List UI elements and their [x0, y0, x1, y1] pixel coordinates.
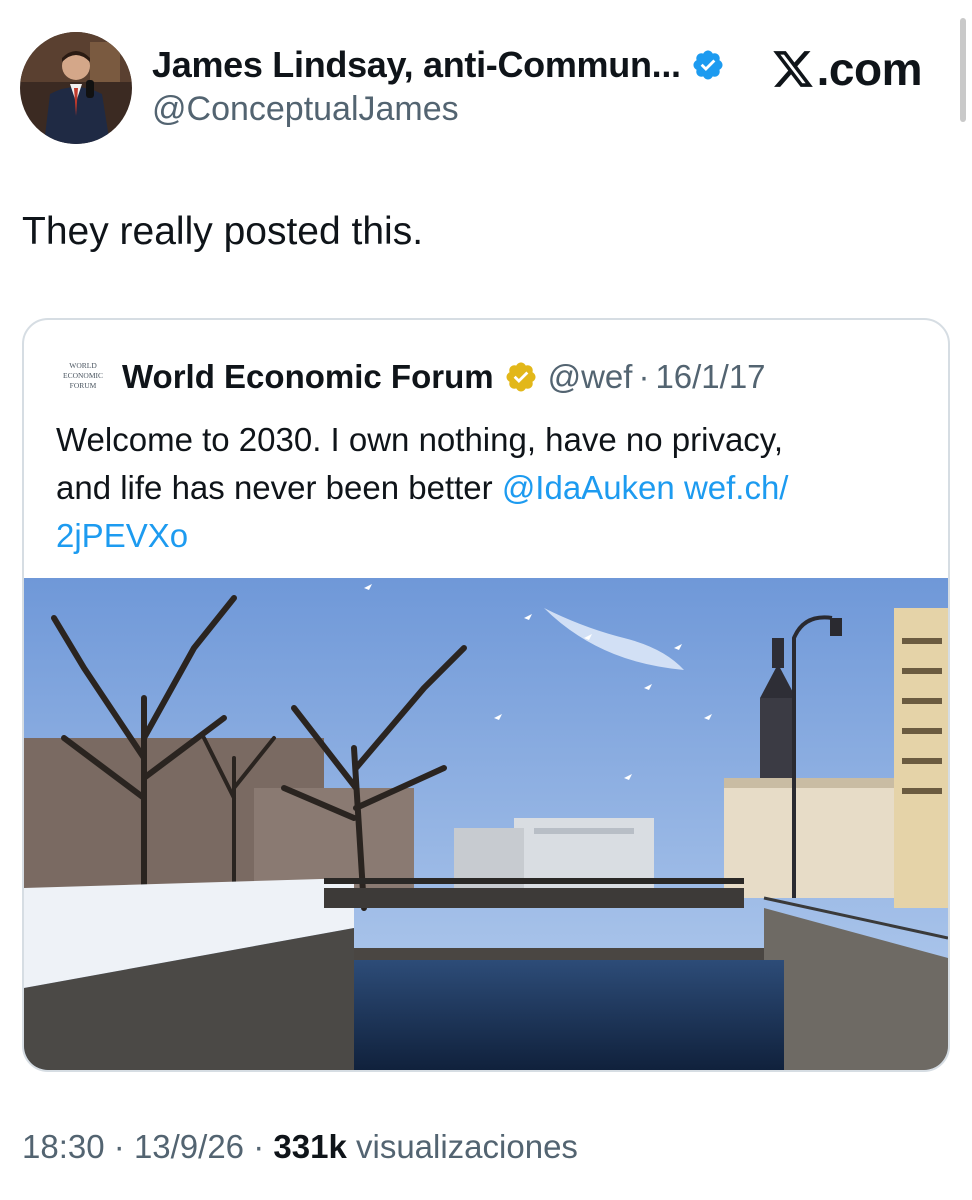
wef-logo-line3: FORUM [70, 381, 97, 390]
meta-separator-1: · [113, 1128, 125, 1165]
quoted-author-name[interactable]: World Economic Forum [122, 358, 494, 396]
scrollbar[interactable] [960, 18, 966, 122]
quoted-text-line1: Welcome to 2030. I own nothing, have no … [56, 421, 784, 458]
quoted-tweet-header: WORLD ECONOMIC FORUM World Economic Foru… [58, 358, 766, 396]
author-handle[interactable]: @ConceptualJames [152, 90, 459, 129]
author-avatar[interactable] [20, 32, 132, 144]
tweet-text: They really posted this. [22, 210, 424, 253]
url-link-part2[interactable]: 2jPEVXo [56, 517, 188, 554]
tweet-meta: 18:30 · 13/9/26 · 331k visualizaciones [22, 1128, 578, 1166]
tweet-date[interactable]: 13/9/26 [134, 1128, 244, 1165]
quoted-author-handle[interactable]: @wef [548, 358, 633, 396]
wef-logo-line2: ECONOMIC [63, 371, 103, 380]
author-name-row: James Lindsay, anti-Commun... [152, 44, 725, 86]
x-logo-icon [772, 51, 813, 87]
quoted-separator: · [638, 358, 650, 395]
meta-separator-2: · [253, 1128, 265, 1165]
quoted-text-line2: and life has never been better [56, 469, 502, 506]
views-count[interactable]: 331k [273, 1128, 346, 1165]
brand-label: .com [771, 42, 923, 96]
wef-logo-line1: WORLD [69, 361, 97, 370]
quoted-tweet-photo[interactable] [24, 578, 948, 1070]
quoted-date[interactable]: 16/1/17 [655, 358, 765, 396]
quoted-tweet-text: Welcome to 2030. I own nothing, have no … [56, 416, 926, 560]
gold-verified-badge-icon [506, 362, 536, 392]
views-label: visualizaciones [355, 1128, 578, 1165]
wef-logo-icon: WORLD ECONOMIC FORUM [63, 361, 103, 390]
blue-verified-badge-icon [693, 50, 723, 80]
url-link-part1[interactable]: wef.ch/ [684, 469, 789, 506]
mention-link[interactable]: @IdaAuken [502, 469, 675, 506]
author-display-name[interactable]: James Lindsay, anti-Commun... [152, 44, 681, 86]
brand-text: .com [816, 43, 923, 95]
quoted-tweet-card[interactable]: WORLD ECONOMIC FORUM World Economic Foru… [22, 318, 950, 1072]
tweet-time[interactable]: 18:30 [22, 1128, 105, 1165]
